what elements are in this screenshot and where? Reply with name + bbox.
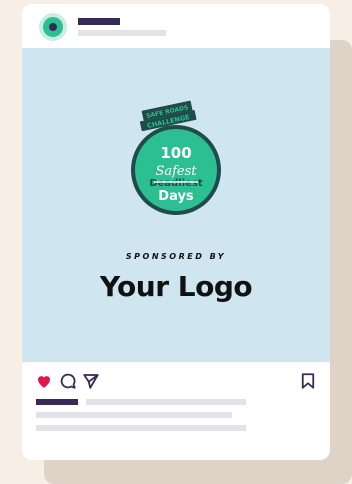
avatar[interactable] (39, 13, 67, 41)
badge-script-word: Safest (155, 164, 197, 179)
likes-placeholder (36, 399, 78, 405)
badge-struck-word: Deadliest (149, 178, 203, 189)
badge-days: Days (158, 189, 194, 204)
caption-placeholder (36, 412, 232, 418)
post-actions (22, 362, 330, 402)
badge-number: 100 (160, 144, 191, 162)
bookmark-icon[interactable] (299, 372, 317, 390)
share-icon[interactable] (82, 372, 100, 390)
username-placeholder[interactable] (78, 18, 120, 25)
social-post-card: SAFE ROADS CHALLENGE 100 Safest Deadlies… (22, 4, 330, 460)
subtitle-placeholder (78, 30, 166, 36)
caption-placeholder (36, 425, 246, 431)
sponsored-label: SPONSORED BY (125, 252, 227, 261)
heart-icon[interactable] (35, 372, 53, 390)
sponsor-logo-text: Your Logo (99, 270, 253, 303)
caption-placeholder (86, 399, 246, 405)
post-header (22, 4, 330, 48)
location-pin-icon (43, 17, 63, 37)
challenge-badge: SAFE ROADS CHALLENGE 100 Safest Deadlies… (131, 100, 221, 215)
post-image[interactable]: SAFE ROADS CHALLENGE 100 Safest Deadlies… (22, 48, 330, 362)
comment-icon[interactable] (59, 372, 77, 390)
